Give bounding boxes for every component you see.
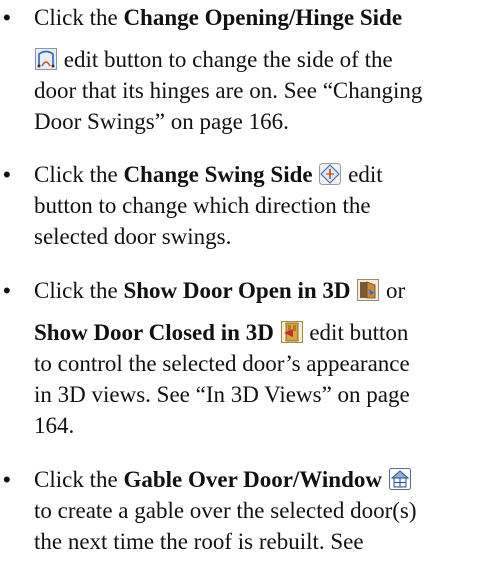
command-name: Change Swing Side	[123, 162, 313, 187]
bullet: •	[3, 5, 11, 30]
document-page: • Click the Change Opening/Hinge Side ed…	[0, 0, 487, 574]
gable-over-door-window-icon	[388, 468, 411, 490]
text-line: Show Door Closed in 3D edit button	[34, 317, 408, 348]
text-run: Click the	[34, 5, 124, 30]
text-run: or	[380, 278, 406, 303]
text-run: the next time the roof is rebuilt. See	[34, 529, 364, 554]
text-line: to control the selected door’s appearanc…	[34, 348, 410, 379]
show-door-closed-in-3d-icon	[280, 321, 303, 343]
text-run: Door Swings” on page 166.	[34, 109, 289, 134]
command-name: Show Door Closed in 3D	[34, 320, 274, 345]
text-run: in 3D views. See “In 3D Views” on page	[34, 382, 410, 407]
text-run: edit button to change the side of the	[58, 47, 393, 72]
text-line: button to change which direction the	[34, 190, 371, 221]
text-line: to create a gable over the selected door…	[34, 495, 417, 526]
command-name: Show Door Open in 3D	[123, 278, 351, 303]
text-run: to control the selected door’s appearanc…	[34, 351, 410, 376]
text-run: Click the	[34, 278, 124, 303]
bullet: •	[3, 467, 11, 492]
bullet: •	[3, 162, 11, 187]
text-run: button to change which direction the	[34, 193, 371, 218]
text-run: edit	[342, 162, 383, 187]
command-name: Change Opening/Hinge Side	[123, 5, 403, 30]
change-opening-hinge-side-icon	[35, 48, 57, 70]
change-swing-side-icon	[319, 163, 342, 185]
text-run: edit button	[303, 320, 409, 345]
text-run: Click the	[34, 467, 124, 492]
text-run: selected door swings.	[34, 224, 232, 249]
text-line: 164.	[34, 410, 74, 441]
text-run: to create a gable over the selected door…	[34, 498, 417, 523]
text-run: door that its hinges are on. See “Changi…	[34, 78, 423, 103]
text-line: edit button to change the side of the	[34, 44, 393, 75]
text-line: Click the Show Door Open in 3D or	[34, 275, 405, 306]
text-line: Click the Change Opening/Hinge Side	[34, 2, 402, 33]
text-line: selected door swings.	[34, 221, 231, 252]
text-line: Door Swings” on page 166.	[34, 106, 289, 137]
text-run: 164.	[34, 413, 75, 438]
text-run: Click the	[34, 162, 124, 187]
bullet: •	[3, 278, 11, 303]
text-line: door that its hinges are on. See “Changi…	[34, 75, 422, 106]
command-name: Gable Over Door/Window	[123, 467, 382, 492]
text-line: the next time the roof is rebuilt. See	[34, 526, 364, 557]
show-door-open-in-3d-icon	[357, 279, 380, 301]
text-line: Click the Gable Over Door/Window	[34, 464, 412, 495]
text-line: Click the Change Swing Side edit	[34, 159, 383, 190]
text-line: in 3D views. See “In 3D Views” on page	[34, 379, 410, 410]
